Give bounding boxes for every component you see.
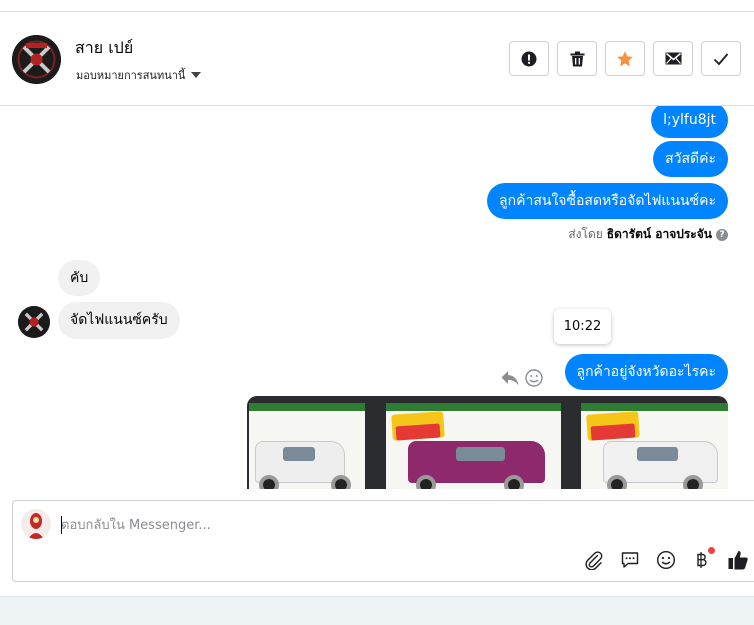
message-outgoing[interactable]: ลูกค้าอยู่จังหวัดอะไรคะ	[564, 354, 728, 390]
help-icon[interactable]: ?	[716, 228, 728, 241]
attach-icon[interactable]	[583, 549, 605, 571]
check-icon	[713, 52, 729, 65]
chevron-down-icon	[191, 72, 202, 78]
emoji-react-icon[interactable]	[525, 369, 543, 387]
mark-done-button[interactable]	[701, 41, 741, 76]
timestamp-tooltip: 10:22	[554, 309, 611, 344]
trash-icon	[570, 51, 584, 66]
page-footer-strip	[0, 596, 754, 625]
message-incoming[interactable]: จัดไฟแนนซ์ครับ	[58, 302, 180, 339]
message-thread[interactable]: l;ylfu8jt สวัสดีค่ะ ลูกค้าสนใจซื้อสดหรือ…	[0, 106, 754, 489]
notification-dot	[708, 547, 715, 554]
assign-conversation-dropdown[interactable]: มอบหมายการสนทนานี้	[76, 66, 202, 84]
sent-by-agent-name: ธิดารัตน์ อาจประจัน	[606, 227, 712, 241]
alert-icon	[521, 51, 537, 66]
contact-avatar-small[interactable]	[18, 306, 50, 338]
contact-avatar[interactable]	[12, 35, 61, 84]
like-icon[interactable]	[727, 549, 749, 571]
message-outgoing[interactable]: ลูกค้าสนใจซื้อสดหรือจัดไฟแนนซ์คะ	[487, 183, 728, 219]
contact-name[interactable]: สาย เปย์	[75, 36, 133, 61]
saved-replies-icon[interactable]	[619, 549, 641, 571]
star-icon	[617, 50, 633, 66]
assign-label: มอบหมายการสนทนานี้	[76, 69, 186, 82]
envelope-icon	[665, 52, 681, 65]
image-gallery[interactable]	[247, 396, 728, 489]
reply-input[interactable]	[61, 513, 561, 537]
message-outgoing[interactable]: l;ylfu8jt	[651, 106, 728, 138]
message-outgoing[interactable]: สวัสดีค่ะ	[653, 141, 728, 177]
mark-spam-button[interactable]	[509, 41, 549, 76]
conversation-header: สาย เปย์ มอบหมายการสนทนานี้	[0, 12, 754, 106]
reply-icon[interactable]	[500, 368, 520, 388]
user-avatar	[21, 509, 51, 539]
sent-by-prefix: ส่งโดย	[568, 227, 603, 241]
gallery-image[interactable]	[249, 403, 365, 489]
mark-unread-button[interactable]	[653, 41, 693, 76]
star-button[interactable]	[605, 41, 645, 76]
gallery-image[interactable]	[386, 403, 561, 489]
sent-by-label: ส่งโดย ธิดารัตน์ อาจประจัน ?	[568, 225, 728, 244]
message-incoming[interactable]: คับ	[58, 260, 101, 296]
delete-button[interactable]	[557, 41, 597, 76]
emoji-icon[interactable]	[655, 549, 677, 571]
message-composer	[12, 500, 754, 582]
gallery-image[interactable]	[581, 403, 728, 489]
